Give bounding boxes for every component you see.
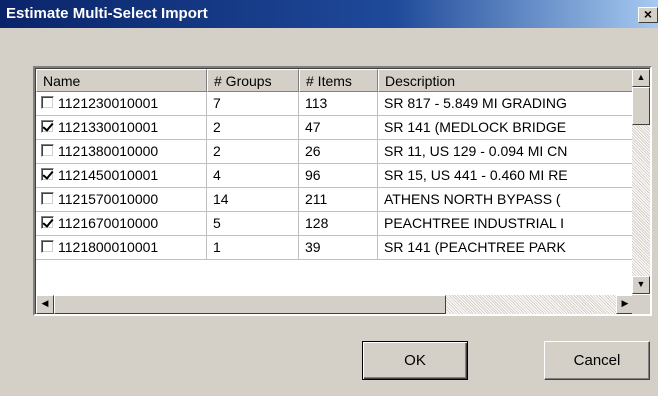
row-checkbox[interactable] — [41, 192, 54, 205]
row-name: 1121570010000 — [58, 191, 159, 207]
row-checkbox[interactable] — [41, 144, 54, 157]
row-description: SR 15, US 441 - 0.460 MI RE — [378, 164, 634, 187]
arrow-down-icon: ▼ — [636, 279, 646, 289]
table-row[interactable]: 1121570010000 14 211 ATHENS NORTH BYPASS… — [36, 188, 634, 212]
row-groups: 5 — [207, 212, 299, 235]
row-checkbox[interactable] — [41, 168, 54, 181]
row-items: 96 — [299, 164, 378, 187]
row-items: 39 — [299, 236, 378, 259]
scrollbar-corner — [632, 295, 650, 314]
row-items: 211 — [299, 188, 378, 211]
row-items: 128 — [299, 212, 378, 235]
column-header-groups[interactable]: # Groups — [207, 69, 299, 92]
row-name: 1121380010000 — [58, 143, 159, 159]
arrow-right-icon: ▶ — [621, 298, 629, 308]
vertical-scrollbar[interactable]: ▲ ▼ — [632, 69, 650, 294]
row-groups: 2 — [207, 116, 299, 139]
row-items: 47 — [299, 116, 378, 139]
row-checkbox[interactable] — [41, 120, 54, 133]
row-groups: 14 — [207, 188, 299, 211]
row-description: PEACHTREE INDUSTRIAL I — [378, 212, 634, 235]
row-description: SR 817 - 5.849 MI GRADING — [378, 92, 634, 115]
row-checkbox[interactable] — [41, 216, 54, 229]
list-header: Name # Groups # Items Description — [36, 69, 634, 92]
list-rows: 1121230010001 7 113 SR 817 - 5.849 MI GR… — [36, 92, 634, 260]
horizontal-scroll-thumb[interactable] — [54, 295, 446, 314]
row-name: 1121230010001 — [58, 95, 159, 111]
close-button[interactable]: × — [638, 7, 658, 23]
title-bar: Estimate Multi-Select Import × — [0, 0, 658, 28]
horizontal-scrollbar[interactable]: ◀ ▶ — [36, 295, 634, 314]
row-checkbox[interactable] — [41, 96, 54, 109]
column-header-items[interactable]: # Items — [299, 69, 378, 92]
arrow-up-icon: ▲ — [636, 72, 646, 82]
vertical-scroll-thumb[interactable] — [632, 87, 650, 125]
estimate-list[interactable]: Name # Groups # Items Description 112123… — [33, 66, 652, 316]
row-description: SR 141 (MEDLOCK BRIDGE — [378, 116, 634, 139]
column-header-name[interactable]: Name — [36, 69, 207, 92]
row-groups: 1 — [207, 236, 299, 259]
row-description: SR 11, US 129 - 0.094 MI CN — [378, 140, 634, 163]
table-row[interactable]: 1121330010001 2 47 SR 141 (MEDLOCK BRIDG… — [36, 116, 634, 140]
scroll-left-button[interactable]: ◀ — [36, 295, 54, 314]
row-description: ATHENS NORTH BYPASS ( — [378, 188, 634, 211]
close-icon: × — [643, 7, 653, 22]
row-name: 1121800010001 — [58, 239, 159, 255]
ok-button[interactable]: OK — [362, 341, 468, 380]
scroll-down-button[interactable]: ▼ — [632, 276, 650, 294]
scroll-up-button[interactable]: ▲ — [632, 69, 650, 87]
table-row[interactable]: 1121230010001 7 113 SR 817 - 5.849 MI GR… — [36, 92, 634, 116]
row-items: 26 — [299, 140, 378, 163]
row-description: SR 141 (PEACHTREE PARK — [378, 236, 634, 259]
window-title: Estimate Multi-Select Import — [6, 5, 208, 22]
row-name: 1121670010000 — [58, 215, 159, 231]
row-groups: 7 — [207, 92, 299, 115]
arrow-left-icon: ◀ — [41, 298, 49, 308]
table-row[interactable]: 1121450010001 4 96 SR 15, US 441 - 0.460… — [36, 164, 634, 188]
cancel-button[interactable]: Cancel — [544, 341, 650, 380]
table-row[interactable]: 1121380010000 2 26 SR 11, US 129 - 0.094… — [36, 140, 634, 164]
table-row[interactable]: 1121670010000 5 128 PEACHTREE INDUSTRIAL… — [36, 212, 634, 236]
table-row[interactable]: 1121800010001 1 39 SR 141 (PEACHTREE PAR… — [36, 236, 634, 260]
row-name: 1121330010001 — [58, 119, 159, 135]
row-checkbox[interactable] — [41, 240, 54, 253]
row-groups: 2 — [207, 140, 299, 163]
row-name: 1121450010001 — [58, 167, 159, 183]
row-groups: 4 — [207, 164, 299, 187]
column-header-description[interactable]: Description — [378, 69, 634, 92]
row-items: 113 — [299, 92, 378, 115]
